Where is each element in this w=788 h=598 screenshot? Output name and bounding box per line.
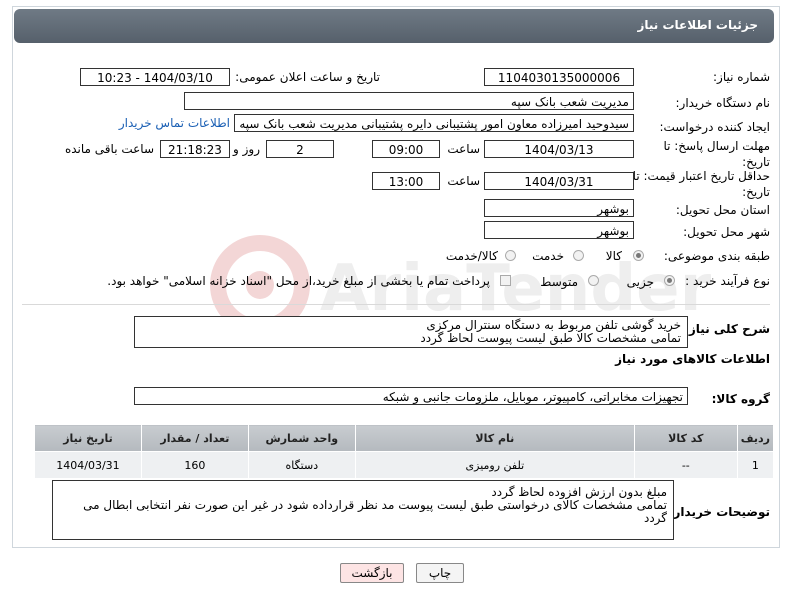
category-option-goods: کالا <box>605 249 622 263</box>
treasury-note: پرداخت تمام یا بخشی از مبلغ خرید،از محل … <box>107 274 490 288</box>
col-unit: واحد شمارش <box>247 424 356 452</box>
announce-field: 1404/03/10 - 10:23 <box>80 68 230 86</box>
category-option-service: خدمت <box>532 249 564 263</box>
col-quantity: تعداد / مقدار <box>140 424 249 452</box>
price-validity-time-label: ساعت <box>447 174 480 188</box>
goods-group-field: تجهیزات مخابراتی، کامپیوتر، موبایل، ملزو… <box>134 387 688 405</box>
cell-row: 1 <box>736 451 775 479</box>
print-button[interactable]: چاپ <box>416 563 464 583</box>
items-table-header: ردیف کد کالا نام کالا واحد شمارش تعداد /… <box>34 424 775 452</box>
deadline-time-label: ساعت <box>447 142 480 156</box>
buyer-notes-textarea[interactable]: مبلغ بدون ارزش افزوده لحاظ گردد تمامی مش… <box>52 480 674 540</box>
province-field: بوشهر <box>484 199 634 217</box>
province-label: استان محل تحویل: <box>675 203 770 217</box>
cell-code: -- <box>633 451 738 479</box>
process-option-minor: جزیی <box>626 275 654 289</box>
buyer-notes-label: توضیحات خریدار: <box>668 505 770 519</box>
deadline-label: مهلت ارسال پاسخ: تا تاریخ: <box>663 139 770 169</box>
col-name: نام کالا <box>354 424 635 452</box>
need-number-field: 1104030135000006 <box>484 68 634 86</box>
cell-name: تلفن رومیزی <box>354 451 635 479</box>
buyer-org-field: مدیریت شعب بانک سپه <box>184 92 634 110</box>
category-radio-service[interactable] <box>573 250 584 261</box>
description-textarea[interactable]: خرید گوشی تلفن مربوط به دستگاه سنترال مر… <box>134 316 688 348</box>
divider <box>22 304 770 305</box>
requester-field: سیدوحید امیرزاده معاون امور پشتیبانی دای… <box>234 114 634 132</box>
items-table: ردیف کد کالا نام کالا واحد شمارش تعداد /… <box>34 424 775 479</box>
deadline-time-field: 09:00 <box>372 140 440 158</box>
days-field: 2 <box>266 140 334 158</box>
category-option-goods-service: کالا/خدمت <box>445 249 498 263</box>
col-row: ردیف <box>736 424 775 452</box>
city-field: بوشهر <box>484 221 634 239</box>
buyer-org-label: نام دستگاه خریدار: <box>675 96 771 110</box>
need-number-label: شماره نیاز: <box>713 70 770 84</box>
process-label: نوع فرآیند خرید : <box>685 274 770 288</box>
cell-need-date: 1404/03/31 <box>34 451 142 479</box>
col-code: کد کالا <box>633 424 738 452</box>
svg-text:AriaTender: AriaTender <box>320 252 712 326</box>
price-validity-time-field: 13:00 <box>372 172 440 190</box>
category-radio-goods[interactable] <box>633 250 644 261</box>
goods-info-title: اطلاعات کالاهای مورد نیاز <box>615 352 770 366</box>
deadline-date-field: 1404/03/13 <box>484 140 634 158</box>
price-validity-date-field: 1404/03/31 <box>484 172 634 190</box>
days-label: روز و <box>233 142 260 156</box>
goods-group-label: گروه کالا: <box>711 392 770 406</box>
panel-header: جزئیات اطلاعات نیاز <box>14 9 774 43</box>
category-label: طبقه بندی موضوعی: <box>663 249 770 263</box>
panel-title: جزئیات اطلاعات نیاز <box>637 18 758 32</box>
process-option-medium: متوسط <box>540 275 578 289</box>
col-need-date: تاریخ نیاز <box>34 424 142 452</box>
treasury-checkbox[interactable] <box>500 275 511 286</box>
table-row[interactable]: 1 -- تلفن رومیزی دستگاه 160 1404/03/31 <box>34 451 775 479</box>
description-label: شرح کلی نیاز: <box>684 322 770 336</box>
process-radio-medium[interactable] <box>588 275 599 286</box>
cell-quantity: 160 <box>140 451 249 479</box>
announce-label: تاریخ و ساعت اعلان عمومی: <box>235 70 380 84</box>
process-radio-minor[interactable] <box>664 275 675 286</box>
category-radio-goods-service[interactable] <box>505 250 516 261</box>
city-label: شهر محل تحویل: <box>683 225 770 239</box>
cell-unit: دستگاه <box>247 451 356 479</box>
requester-label: ایجاد کننده درخواست: <box>659 120 770 134</box>
buyer-contact-link[interactable]: اطلاعات تماس خریدار <box>119 116 230 130</box>
price-validity-label: حداقل تاریخ اعتبار قیمت: تا تاریخ: <box>632 169 770 199</box>
back-button[interactable]: بازگشت <box>340 563 404 583</box>
remaining-label: ساعت باقی مانده <box>64 142 154 156</box>
remaining-time-field: 21:18:23 <box>160 140 230 158</box>
